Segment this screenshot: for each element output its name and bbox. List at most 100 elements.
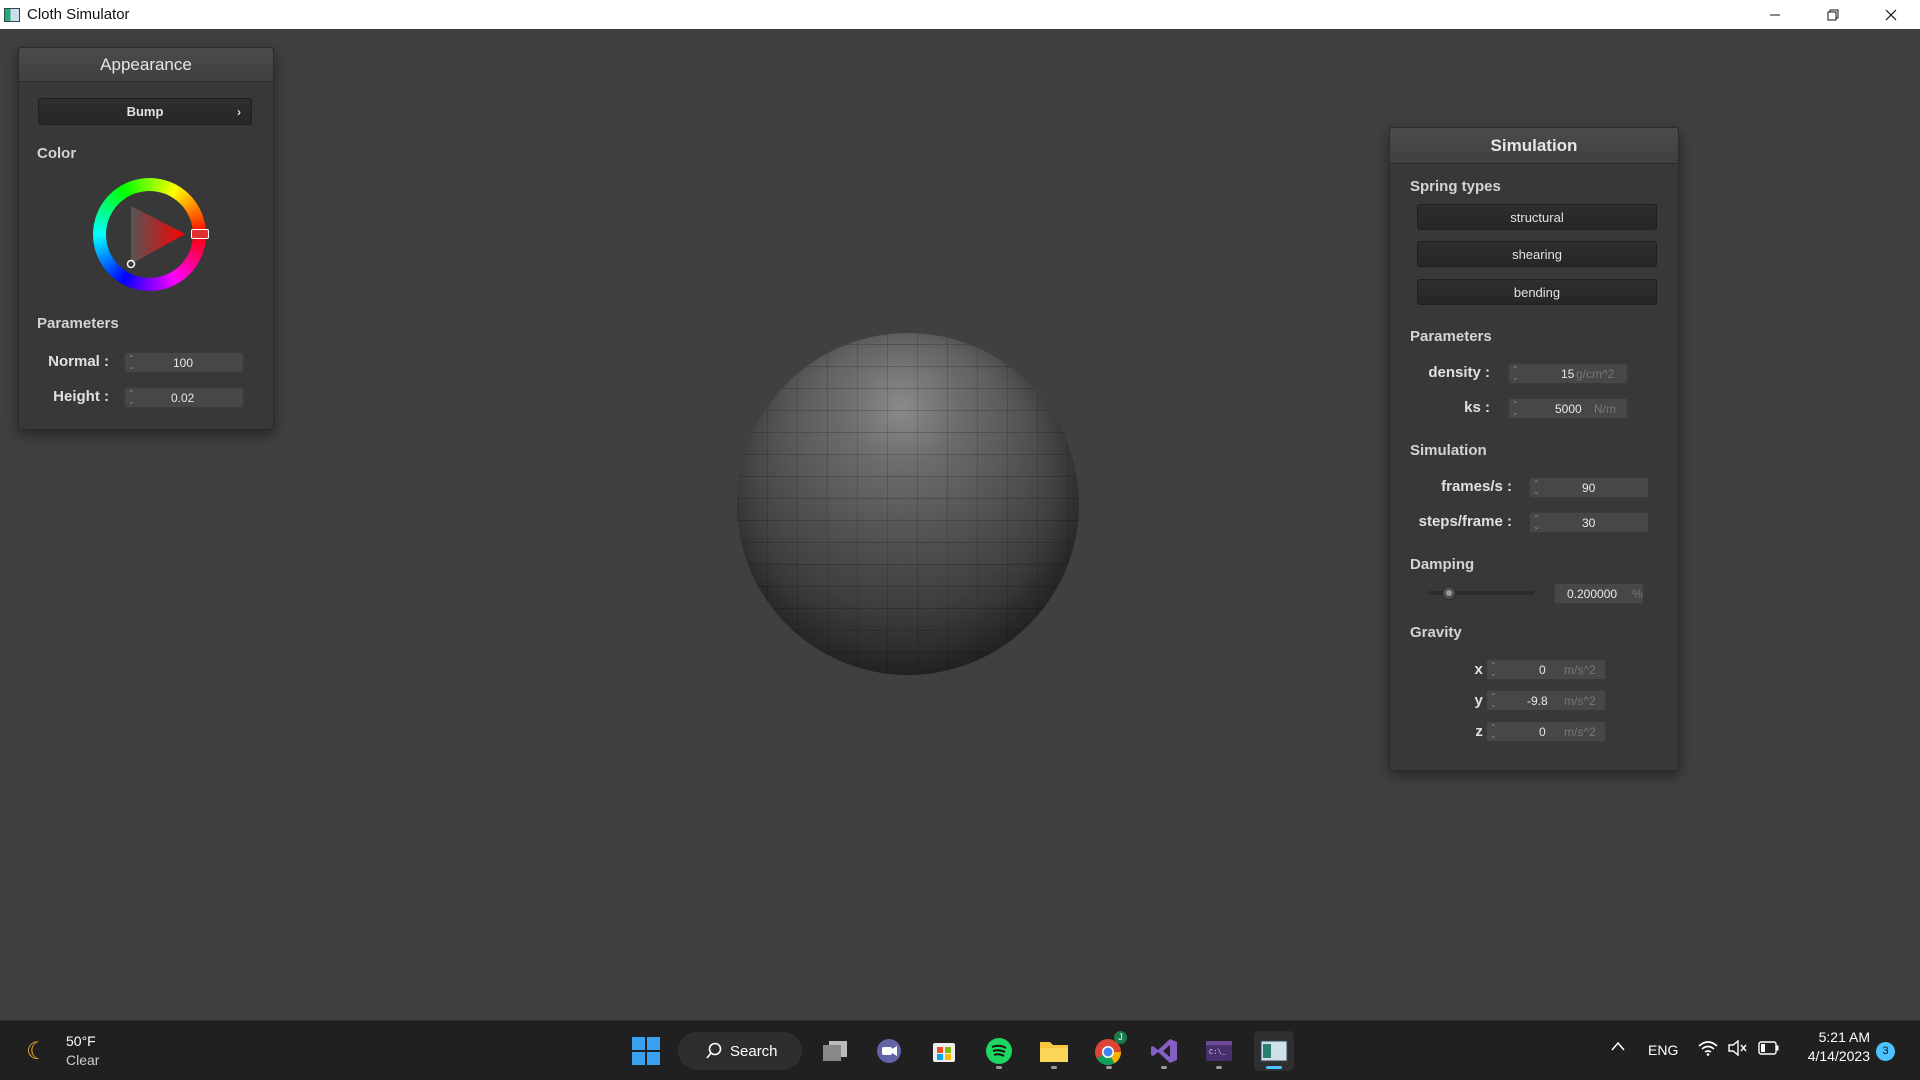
search-box[interactable]: Search: [678, 1032, 802, 1070]
microsoft-store-button[interactable]: [924, 1031, 964, 1071]
textured-sphere: [737, 333, 1079, 675]
sim-parameters-label: Parameters: [1410, 328, 1492, 345]
language-indicator[interactable]: ENG: [1648, 1042, 1678, 1058]
spinner-icon[interactable]: ⌃ ⌄: [1490, 662, 1497, 678]
chrome-profile-badge: J: [1114, 1031, 1127, 1044]
color-label: Color: [37, 145, 77, 162]
terminal-button[interactable]: C:\_: [1199, 1031, 1239, 1071]
minimize-icon: [1770, 14, 1780, 15]
file-explorer-button[interactable]: [1034, 1031, 1074, 1071]
spring-types-label: Spring types: [1410, 178, 1501, 195]
spinner-icon[interactable]: ⌃ ⌄: [128, 390, 135, 406]
battery-button[interactable]: [1758, 1041, 1780, 1060]
store-icon: [933, 1043, 955, 1062]
spinner-icon[interactable]: ⌃ ⌄: [1533, 480, 1540, 496]
wifi-icon: [1698, 1041, 1718, 1056]
battery-icon: [1758, 1041, 1779, 1055]
spotify-button[interactable]: [979, 1031, 1019, 1071]
damping-input[interactable]: 0.200000 %: [1554, 583, 1644, 604]
color-triangle[interactable]: [93, 178, 206, 291]
gravity-x-input[interactable]: ⌃ ⌄ 0 m/s^2: [1486, 659, 1606, 680]
moon-icon: ☾: [26, 1038, 48, 1065]
normal-input[interactable]: ⌃ ⌄ 100: [124, 352, 244, 373]
notification-badge[interactable]: 3: [1876, 1042, 1895, 1061]
title-bar: Cloth Simulator: [0, 0, 1920, 29]
chevron-up-icon: [1611, 1041, 1625, 1051]
ks-input[interactable]: ⌃ ⌄ 5000 N/m: [1508, 398, 1628, 419]
fps-label: frames/s :: [1441, 478, 1512, 495]
clock-time: 5:21 AM: [1818, 1029, 1870, 1045]
appearance-parameters-label: Parameters: [37, 315, 119, 332]
windows-icon: [632, 1037, 660, 1065]
spinner-icon[interactable]: ⌃ ⌄: [1533, 515, 1540, 531]
simulation-panel: Simulation Spring types structural shear…: [1389, 127, 1679, 771]
visual-studio-button[interactable]: [1144, 1031, 1184, 1071]
gravity-z-label: z :: [1475, 723, 1492, 740]
taskbar: ☾ 50°F Clear Search J C:\_ ENG 5:21 AM 4…: [0, 1020, 1920, 1080]
spinner-icon[interactable]: ⌃ ⌄: [128, 355, 135, 371]
chevron-right-icon: ›: [237, 104, 241, 119]
appearance-title: Appearance: [19, 48, 273, 82]
window-title: Cloth Simulator: [27, 6, 130, 23]
ks-label: ks :: [1464, 399, 1490, 416]
task-view-button[interactable]: [815, 1031, 855, 1071]
normal-label: Normal :: [48, 353, 109, 370]
height-input[interactable]: ⌃ ⌄ 0.02: [124, 387, 244, 408]
spinner-icon[interactable]: ⌃ ⌄: [1512, 401, 1519, 417]
weather-desc: Clear: [66, 1052, 100, 1068]
start-button[interactable]: [626, 1031, 666, 1071]
simulation-title: Simulation: [1390, 128, 1678, 164]
cloth-simulator-taskbar-button[interactable]: [1254, 1031, 1294, 1071]
spinner-icon[interactable]: ⌃ ⌄: [1490, 724, 1497, 740]
network-button[interactable]: [1698, 1040, 1718, 1061]
simulation-section-label: Simulation: [1410, 442, 1487, 459]
spinner-icon[interactable]: ⌃ ⌄: [1512, 366, 1519, 382]
minimize-button[interactable]: [1746, 0, 1804, 29]
gravity-y-input[interactable]: ⌃ ⌄ -9.8 m/s^2: [1486, 690, 1606, 711]
teams-chat-button[interactable]: [869, 1031, 909, 1071]
damping-slider-handle[interactable]: [1442, 586, 1457, 600]
chrome-button[interactable]: J: [1089, 1031, 1129, 1071]
cloth-simulator-icon: [1260, 1040, 1288, 1062]
gravity-label: Gravity: [1410, 624, 1462, 641]
show-hidden-icons-button[interactable]: [1610, 1039, 1630, 1059]
bending-button[interactable]: bending: [1417, 279, 1657, 305]
damping-label: Damping: [1410, 556, 1475, 573]
close-button[interactable]: [1862, 0, 1920, 29]
close-icon: [1885, 9, 1897, 20]
volume-muted-icon: [1728, 1039, 1747, 1057]
gravity-x-label: x :: [1474, 661, 1492, 678]
bump-dropdown[interactable]: Bump ›: [38, 98, 252, 125]
hue-marker[interactable]: [191, 229, 209, 239]
volume-button[interactable]: [1728, 1039, 1748, 1061]
terminal-icon: C:\_: [1206, 1041, 1232, 1061]
steps-label: steps/frame :: [1418, 513, 1512, 530]
bump-dropdown-label: Bump: [126, 104, 164, 119]
app-icon: [4, 7, 20, 22]
appearance-panel: Appearance Bump › Color Parameters Norma…: [18, 47, 274, 430]
structural-button[interactable]: structural: [1417, 204, 1657, 230]
chat-icon: [877, 1039, 901, 1063]
fps-input[interactable]: ⌃ ⌄ 90: [1529, 477, 1649, 498]
folder-icon: [1040, 1042, 1068, 1062]
weather-widget[interactable]: ☾ 50°F Clear: [22, 1031, 112, 1073]
restore-button[interactable]: [1804, 0, 1862, 29]
clock[interactable]: 5:21 AM 4/14/2023: [1790, 1029, 1870, 1064]
density-label: density :: [1428, 364, 1490, 381]
steps-input[interactable]: ⌃ ⌄ 30: [1529, 512, 1649, 533]
gravity-z-input[interactable]: ⌃ ⌄ 0 m/s^2: [1486, 721, 1606, 742]
damping-slider[interactable]: [1428, 586, 1534, 600]
spotify-icon: [986, 1038, 1012, 1064]
search-label: Search: [730, 1042, 778, 1060]
visual-studio-icon: [1151, 1039, 1177, 1063]
weather-temp: 50°F: [66, 1033, 96, 1049]
search-icon: [706, 1042, 722, 1059]
clock-date: 4/14/2023: [1807, 1048, 1870, 1064]
shearing-button[interactable]: shearing: [1417, 241, 1657, 267]
spinner-icon[interactable]: ⌃ ⌄: [1490, 693, 1497, 709]
color-wheel[interactable]: [93, 178, 209, 291]
density-input[interactable]: ⌃ ⌄ 15 g/cm^2: [1508, 363, 1628, 384]
task-view-icon: [823, 1041, 847, 1061]
gravity-y-label: y :: [1474, 692, 1492, 709]
svg-text:C:\_: C:\_: [1209, 1049, 1227, 1057]
